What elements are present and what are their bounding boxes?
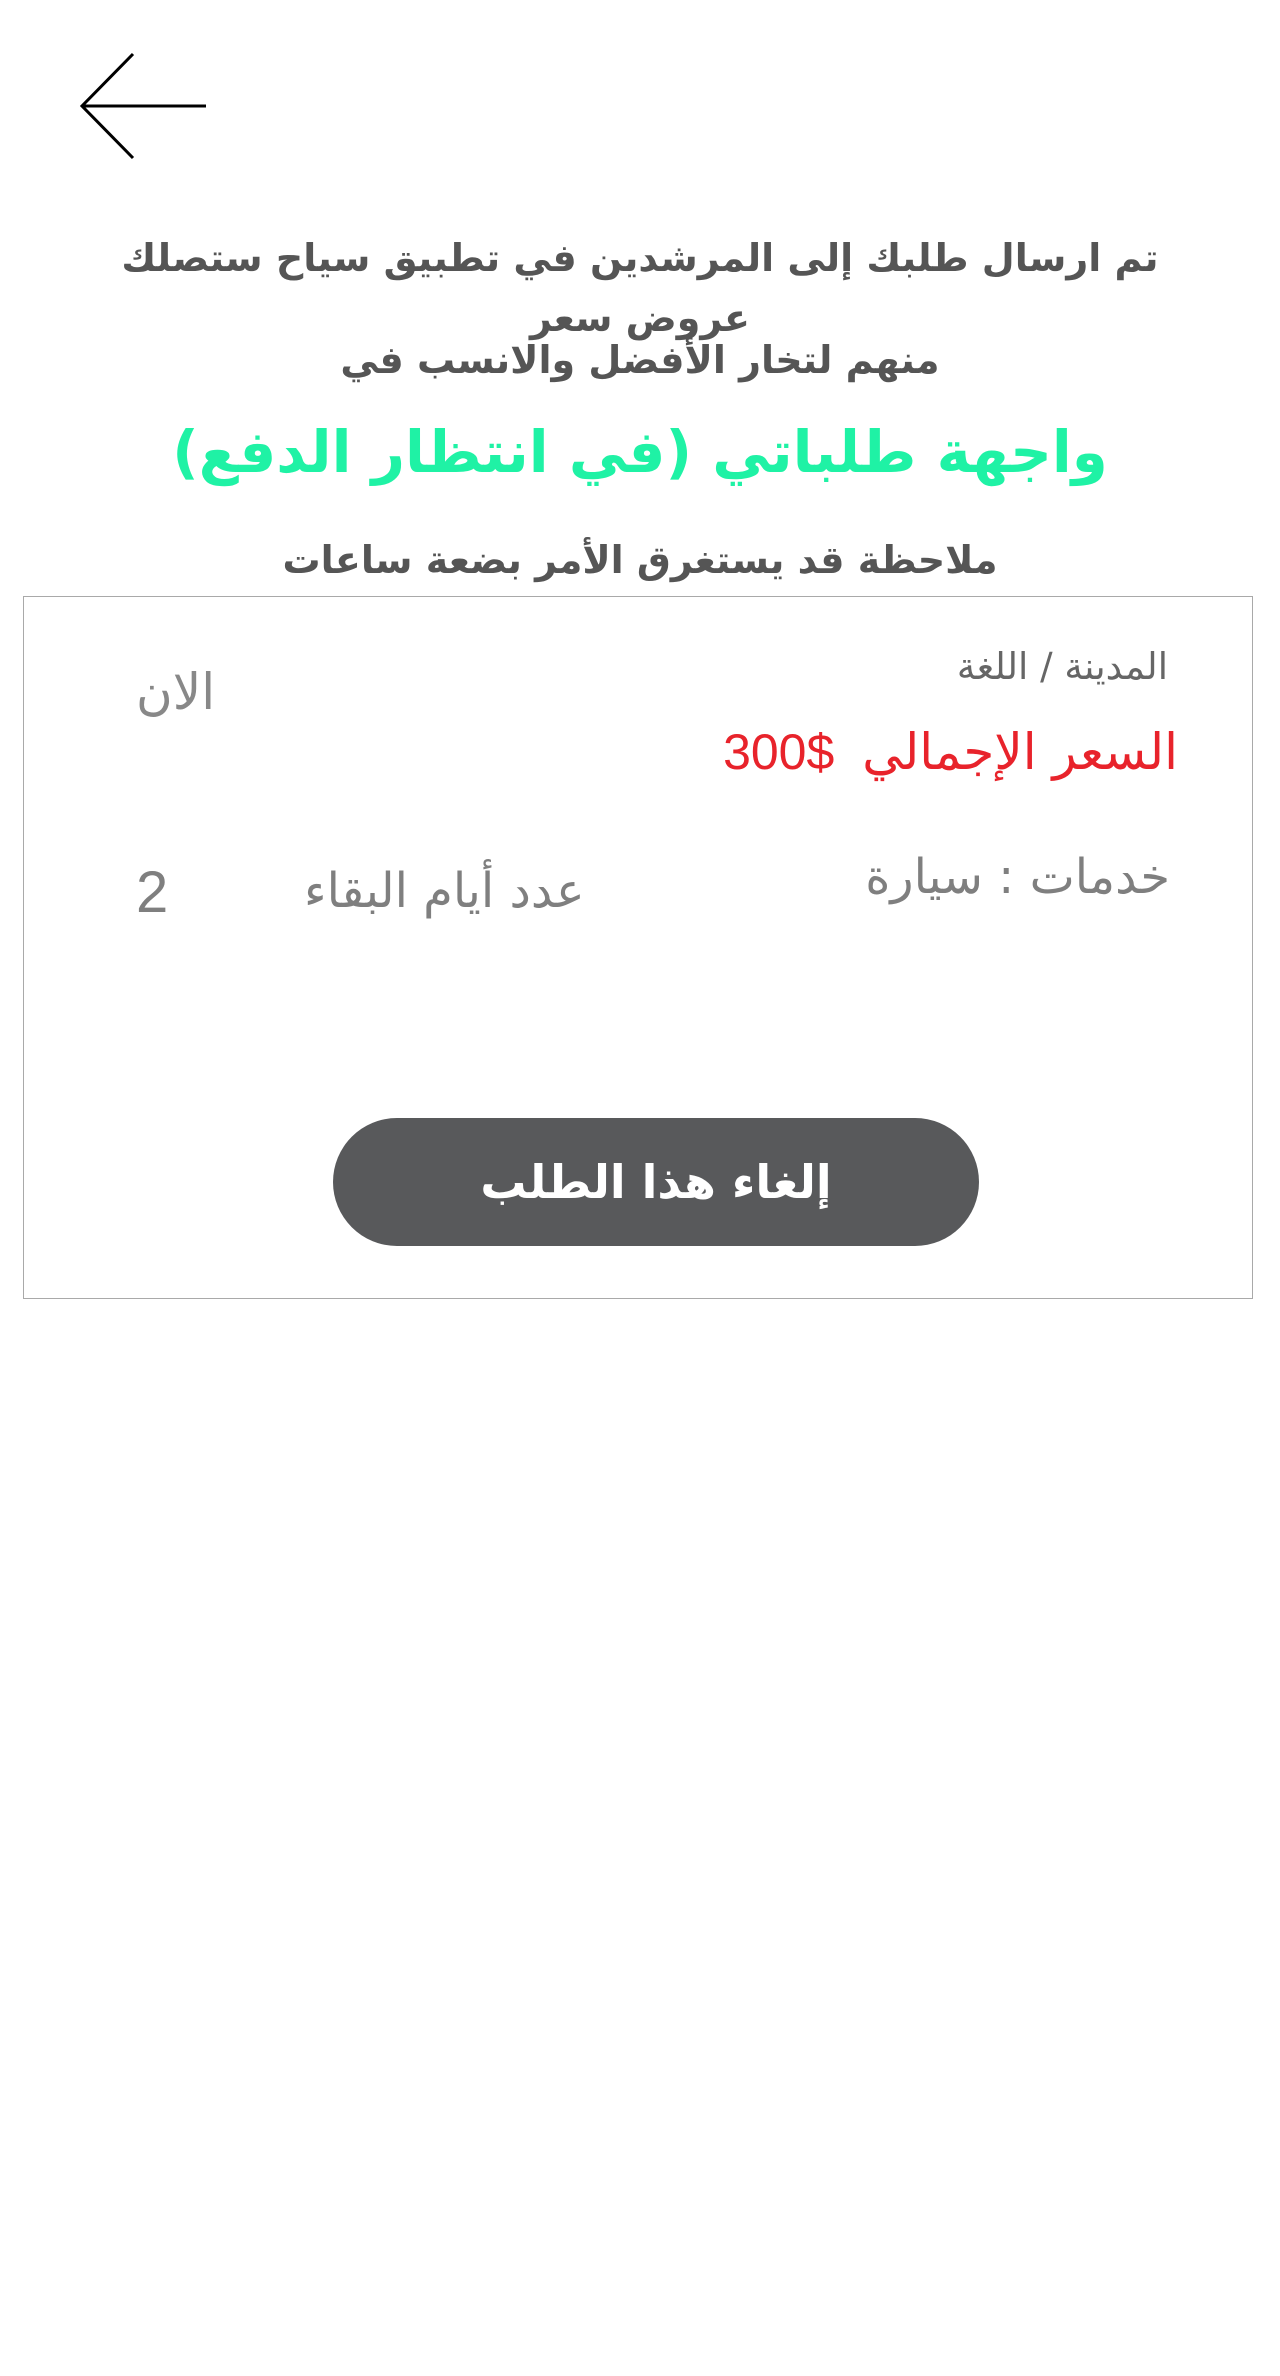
- my-orders-awaiting-payment-label: واجهة طلباتي (في انتظار الدفع): [172, 418, 1108, 486]
- total-price: السعر الإجمالي 300$: [723, 723, 1178, 781]
- order-card: المدينة / اللغة الان السعر الإجمالي300$ …: [23, 596, 1253, 1299]
- order-time: الان: [136, 663, 216, 721]
- stay-days-value: 2: [136, 860, 169, 925]
- total-price-value: 300$: [723, 724, 835, 780]
- total-price-label: السعر الإجمالي: [862, 723, 1178, 781]
- arrow-left-icon: [79, 52, 206, 160]
- waiting-time-note: ملاحظة قد يستغرق الأمر بضعة ساعات: [282, 538, 998, 582]
- services-label: خدمات : سيارة: [865, 849, 1170, 905]
- city-language-label: المدينة / اللغة: [956, 645, 1168, 688]
- confirmation-message-line-2: منهم لتخار الأفضل والانسب في: [340, 338, 940, 382]
- stay-days-label: عدد أيام البقاء: [304, 863, 585, 919]
- back-button[interactable]: [78, 48, 210, 164]
- cancel-order-button[interactable]: إلغاء هذا الطلب: [333, 1118, 979, 1246]
